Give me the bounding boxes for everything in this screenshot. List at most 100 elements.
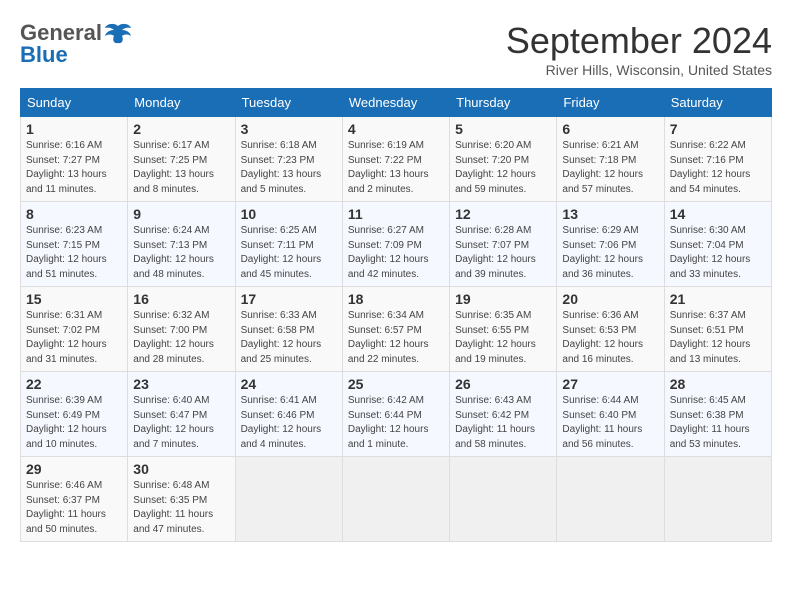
day-detail: Sunrise: 6:42 AMSunset: 6:44 PMDaylight:… — [348, 394, 444, 452]
table-row: 29 Sunrise: 6:46 AMSunset: 6:37 PMDayligh… — [21, 457, 128, 542]
day-detail: Sunrise: 6:18 AMSunset: 7:23 PMDaylight:… — [241, 139, 337, 197]
day-number: 9 — [133, 206, 229, 222]
day-number: 21 — [670, 291, 766, 307]
table-row: 9 Sunrise: 6:24 AMSunset: 7:13 PMDaylight… — [128, 202, 235, 287]
table-row: 28 Sunrise: 6:45 AMSunset: 6:38 PMDayligh… — [664, 372, 771, 457]
day-number: 10 — [241, 206, 337, 222]
table-row: 13 Sunrise: 6:29 AMSunset: 7:06 PMDayligh… — [557, 202, 664, 287]
day-number: 30 — [133, 461, 229, 477]
table-row — [557, 457, 664, 542]
day-detail: Sunrise: 6:33 AMSunset: 6:58 PMDaylight:… — [241, 309, 337, 367]
day-detail: Sunrise: 6:40 AMSunset: 6:47 PMDaylight:… — [133, 394, 229, 452]
header-tuesday: Tuesday — [235, 89, 342, 117]
day-detail: Sunrise: 6:21 AMSunset: 7:18 PMDaylight:… — [562, 139, 658, 197]
calendar-header-row: Sunday Monday Tuesday Wednesday Thursday… — [21, 89, 772, 117]
day-number: 4 — [348, 121, 444, 137]
day-number: 13 — [562, 206, 658, 222]
day-number: 11 — [348, 206, 444, 222]
table-row: 25 Sunrise: 6:42 AMSunset: 6:44 PMDayligh… — [342, 372, 449, 457]
calendar-week-row: 29 Sunrise: 6:46 AMSunset: 6:37 PMDayligh… — [21, 457, 772, 542]
table-row: 2 Sunrise: 6:17 AMSunset: 7:25 PMDaylight… — [128, 117, 235, 202]
day-number: 28 — [670, 376, 766, 392]
day-number: 29 — [26, 461, 122, 477]
calendar-week-row: 22 Sunrise: 6:39 AMSunset: 6:49 PMDayligh… — [21, 372, 772, 457]
table-row: 17 Sunrise: 6:33 AMSunset: 6:58 PMDayligh… — [235, 287, 342, 372]
day-detail: Sunrise: 6:19 AMSunset: 7:22 PMDaylight:… — [348, 139, 444, 197]
logo-bird-icon — [104, 22, 132, 44]
day-detail: Sunrise: 6:43 AMSunset: 6:42 PMDaylight:… — [455, 394, 551, 452]
table-row: 8 Sunrise: 6:23 AMSunset: 7:15 PMDaylight… — [21, 202, 128, 287]
table-row: 4 Sunrise: 6:19 AMSunset: 7:22 PMDaylight… — [342, 117, 449, 202]
day-number: 6 — [562, 121, 658, 137]
day-detail: Sunrise: 6:46 AMSunset: 6:37 PMDaylight:… — [26, 479, 122, 537]
day-number: 26 — [455, 376, 551, 392]
day-detail: Sunrise: 6:36 AMSunset: 6:53 PMDaylight:… — [562, 309, 658, 367]
day-number: 12 — [455, 206, 551, 222]
day-detail: Sunrise: 6:29 AMSunset: 7:06 PMDaylight:… — [562, 224, 658, 282]
day-number: 8 — [26, 206, 122, 222]
day-detail: Sunrise: 6:17 AMSunset: 7:25 PMDaylight:… — [133, 139, 229, 197]
header-wednesday: Wednesday — [342, 89, 449, 117]
table-row — [342, 457, 449, 542]
day-detail: Sunrise: 6:20 AMSunset: 7:20 PMDaylight:… — [455, 139, 551, 197]
day-detail: Sunrise: 6:35 AMSunset: 6:55 PMDaylight:… — [455, 309, 551, 367]
table-row: 1 Sunrise: 6:16 AMSunset: 7:27 PMDaylight… — [21, 117, 128, 202]
location-title: River Hills, Wisconsin, United States — [506, 62, 772, 78]
table-row: 5Sunrise: 6:20 AMSunset: 7:20 PMDaylight… — [450, 117, 557, 202]
table-row: 10Sunrise: 6:25 AMSunset: 7:11 PMDayligh… — [235, 202, 342, 287]
day-number: 22 — [26, 376, 122, 392]
header-friday: Friday — [557, 89, 664, 117]
day-detail: Sunrise: 6:31 AMSunset: 7:02 PMDaylight:… — [26, 309, 122, 367]
day-detail: Sunrise: 6:28 AMSunset: 7:07 PMDaylight:… — [455, 224, 551, 282]
table-row: 20 Sunrise: 6:36 AMSunset: 6:53 PMDayligh… — [557, 287, 664, 372]
day-number: 14 — [670, 206, 766, 222]
day-number: 27 — [562, 376, 658, 392]
day-detail: Sunrise: 6:48 AMSunset: 6:35 PMDaylight:… — [133, 479, 229, 537]
day-detail: Sunrise: 6:34 AMSunset: 6:57 PMDaylight:… — [348, 309, 444, 367]
calendar-week-row: 8 Sunrise: 6:23 AMSunset: 7:15 PMDaylight… — [21, 202, 772, 287]
logo: General Blue — [20, 20, 132, 68]
table-row: 14 Sunrise: 6:30 AMSunset: 7:04 PMDayligh… — [664, 202, 771, 287]
day-detail: Sunrise: 6:24 AMSunset: 7:13 PMDaylight:… — [133, 224, 229, 282]
day-number: 20 — [562, 291, 658, 307]
day-detail: Sunrise: 6:39 AMSunset: 6:49 PMDaylight:… — [26, 394, 122, 452]
table-row: 12 Sunrise: 6:28 AMSunset: 7:07 PMDayligh… — [450, 202, 557, 287]
header-thursday: Thursday — [450, 89, 557, 117]
day-detail: Sunrise: 6:16 AMSunset: 7:27 PMDaylight:… — [26, 139, 122, 197]
day-detail: Sunrise: 6:45 AMSunset: 6:38 PMDaylight:… — [670, 394, 766, 452]
day-number: 25 — [348, 376, 444, 392]
table-row: 27Sunrise: 6:44 AMSunset: 6:40 PMDayligh… — [557, 372, 664, 457]
day-number: 23 — [133, 376, 229, 392]
table-row: 30 Sunrise: 6:48 AMSunset: 6:35 PMDayligh… — [128, 457, 235, 542]
day-detail: Sunrise: 6:32 AMSunset: 7:00 PMDaylight:… — [133, 309, 229, 367]
day-number: 16 — [133, 291, 229, 307]
day-number: 15 — [26, 291, 122, 307]
calendar-table: Sunday Monday Tuesday Wednesday Thursday… — [20, 88, 772, 542]
day-number: 1 — [26, 121, 122, 137]
day-detail: Sunrise: 6:23 AMSunset: 7:15 PMDaylight:… — [26, 224, 122, 282]
calendar-week-row: 1 Sunrise: 6:16 AMSunset: 7:27 PMDaylight… — [21, 117, 772, 202]
table-row: 26 Sunrise: 6:43 AMSunset: 6:42 PMDayligh… — [450, 372, 557, 457]
day-detail: Sunrise: 6:22 AMSunset: 7:16 PMDaylight:… — [670, 139, 766, 197]
table-row: 16 Sunrise: 6:32 AMSunset: 7:00 PMDayligh… — [128, 287, 235, 372]
title-block: September 2024 River Hills, Wisconsin, U… — [506, 20, 772, 78]
table-row: 24Sunrise: 6:41 AMSunset: 6:46 PMDayligh… — [235, 372, 342, 457]
day-number: 18 — [348, 291, 444, 307]
day-number: 3 — [241, 121, 337, 137]
table-row: 18 Sunrise: 6:34 AMSunset: 6:57 PMDayligh… — [342, 287, 449, 372]
table-row: 7Sunrise: 6:22 AMSunset: 7:16 PMDaylight… — [664, 117, 771, 202]
header-saturday: Saturday — [664, 89, 771, 117]
calendar-week-row: 15 Sunrise: 6:31 AMSunset: 7:02 PMDayligh… — [21, 287, 772, 372]
page-header: General Blue September 2024 River Hills,… — [20, 20, 772, 78]
table-row: 19Sunrise: 6:35 AMSunset: 6:55 PMDayligh… — [450, 287, 557, 372]
table-row — [450, 457, 557, 542]
table-row: 3 Sunrise: 6:18 AMSunset: 7:23 PMDaylight… — [235, 117, 342, 202]
table-row — [235, 457, 342, 542]
day-detail: Sunrise: 6:30 AMSunset: 7:04 PMDaylight:… — [670, 224, 766, 282]
day-number: 2 — [133, 121, 229, 137]
table-row: 6 Sunrise: 6:21 AMSunset: 7:18 PMDaylight… — [557, 117, 664, 202]
day-number: 17 — [241, 291, 337, 307]
table-row: 21Sunrise: 6:37 AMSunset: 6:51 PMDayligh… — [664, 287, 771, 372]
month-title: September 2024 — [506, 20, 772, 62]
header-sunday: Sunday — [21, 89, 128, 117]
